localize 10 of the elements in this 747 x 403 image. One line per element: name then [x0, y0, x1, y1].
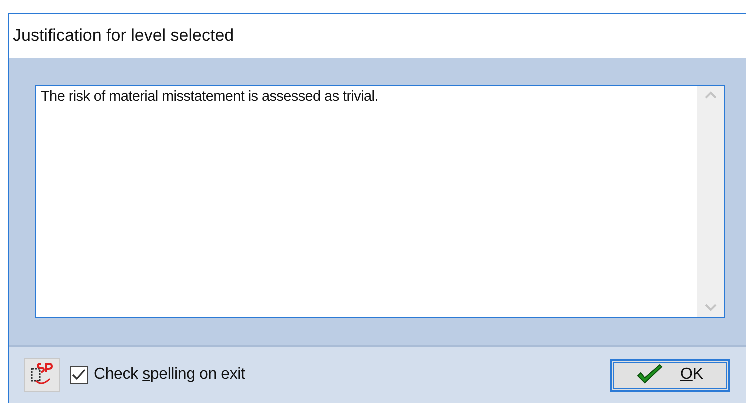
window-title: Justification for level selected [13, 25, 234, 48]
checkbox[interactable] [70, 366, 88, 384]
ok-button[interactable]: OK [610, 358, 730, 392]
scrollbar[interactable] [697, 86, 724, 317]
scroll-up-icon[interactable] [704, 91, 716, 99]
text-field[interactable]: The risk of material misstatement is assessed as trivial. [35, 85, 725, 318]
spell-check-button[interactable] [24, 358, 60, 392]
checkbox-label[interactable]: Check spelling on exit [94, 363, 246, 387]
checkmark-icon [636, 364, 664, 386]
scroll-down-icon[interactable] [704, 304, 716, 312]
